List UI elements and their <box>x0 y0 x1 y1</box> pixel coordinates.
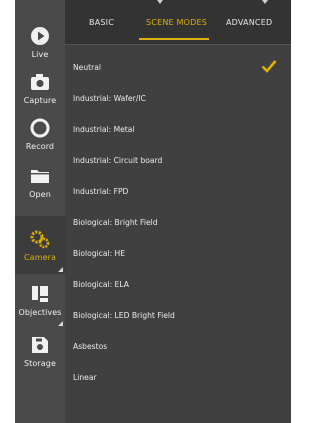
scene-mode-industrial-metal[interactable]: Industrial: Metal <box>65 114 291 145</box>
sidebar: Live Capture Record Open Camera Objectiv… <box>15 0 65 423</box>
tab-bar: BASIC SCENE MODES ADVANCED <box>65 0 291 45</box>
list-item-label: Biological: Bright Field <box>73 218 158 227</box>
play-icon <box>28 25 52 47</box>
list-item-label: Biological: ELA <box>73 280 129 289</box>
folder-icon <box>28 165 52 187</box>
list-item-label: Industrial: Wafer/IC <box>73 94 146 103</box>
objectives-icon <box>28 283 52 305</box>
checkmark-icon <box>261 60 277 73</box>
scene-mode-industrial-wafer[interactable]: Industrial: Wafer/IC <box>65 83 291 114</box>
scene-mode-neutral[interactable]: Neutral <box>65 52 291 83</box>
scene-mode-biological-ela[interactable]: Biological: ELA <box>65 269 291 300</box>
record-icon <box>28 117 52 139</box>
list-item-label: Industrial: Circuit board <box>73 156 163 165</box>
list-item-label: Biological: LED Bright Field <box>73 311 175 320</box>
active-tab-indicator <box>139 38 209 40</box>
scene-mode-biological-he[interactable]: Biological: HE <box>65 238 291 269</box>
scene-mode-biological-bright-field[interactable]: Biological: Bright Field <box>65 207 291 238</box>
storage-icon <box>28 334 52 356</box>
camera-settings-icon <box>28 228 52 250</box>
list-item-label: Industrial: FPD <box>73 187 129 196</box>
sidebar-item-storage[interactable]: Storage <box>15 324 65 378</box>
sidebar-item-open[interactable]: Open <box>15 152 65 212</box>
camera-icon <box>28 71 52 93</box>
scene-mode-industrial-circuit-board[interactable]: Industrial: Circuit board <box>65 145 291 176</box>
sidebar-item-camera[interactable]: Camera <box>15 216 65 274</box>
list-item-label: Linear <box>73 373 97 382</box>
scene-modes-panel: BASIC SCENE MODES ADVANCED Neutral Indus… <box>65 0 291 423</box>
scene-mode-industrial-fpd[interactable]: Industrial: FPD <box>65 176 291 207</box>
tab-basic[interactable]: BASIC <box>89 18 114 27</box>
scene-mode-linear[interactable]: Linear <box>65 362 291 393</box>
sidebar-item-label: Storage <box>23 359 56 368</box>
scene-mode-biological-led-bright-field[interactable]: Biological: LED Bright Field <box>65 300 291 331</box>
sidebar-item-objectives[interactable]: Objectives <box>15 272 65 328</box>
list-item-label: Biological: HE <box>73 249 126 258</box>
sidebar-item-label: Record <box>25 142 55 151</box>
sidebar-item-label: Objectives <box>18 308 62 317</box>
sidebar-item-label: Open <box>29 190 51 199</box>
tab-scene-modes[interactable]: SCENE MODES <box>146 18 207 27</box>
tab-advanced[interactable]: ADVANCED <box>226 18 272 27</box>
sidebar-item-label: Camera <box>24 253 56 262</box>
list-item-label: Neutral <box>73 63 102 72</box>
list-item-label: Asbestos <box>73 342 108 351</box>
scene-mode-asbestos[interactable]: Asbestos <box>65 331 291 362</box>
list-item-label: Industrial: Metal <box>73 125 135 134</box>
